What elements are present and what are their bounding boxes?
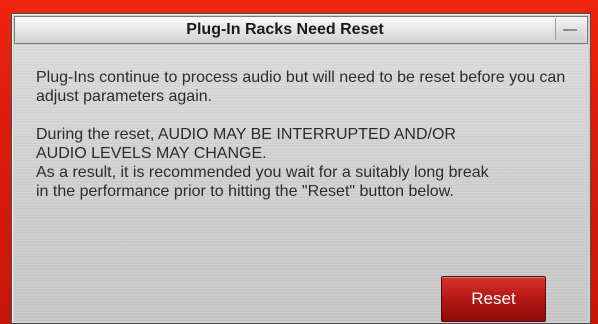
dialog-title: Plug-In Racks Need Reset [186,21,384,38]
reset-button[interactable]: Reset [441,276,546,322]
message-paragraph-2: During the reset, AUDIO MAY BE INTERRUPT… [36,125,576,201]
message-line: During the reset, AUDIO MAY BE INTERRUPT… [36,126,456,143]
minus-icon [563,29,577,31]
message-line: As a result, it is recommended you wait … [36,164,489,181]
dialog-titlebar: Plug-In Racks Need Reset [14,16,588,44]
message-line: AUDIO LEVELS MAY CHANGE. [36,145,267,162]
collapse-button[interactable] [555,18,585,40]
message-line: in the performance prior to hitting the … [36,183,454,200]
reset-dialog: Plug-In Racks Need Reset Plug-Ins contin… [11,13,591,324]
dialog-body: Plug-Ins continue to process audio but w… [14,45,588,322]
warning-frame: Plug-In Racks Need Reset Plug-Ins contin… [0,0,598,324]
message-paragraph-1: Plug-Ins continue to process audio but w… [36,69,566,105]
